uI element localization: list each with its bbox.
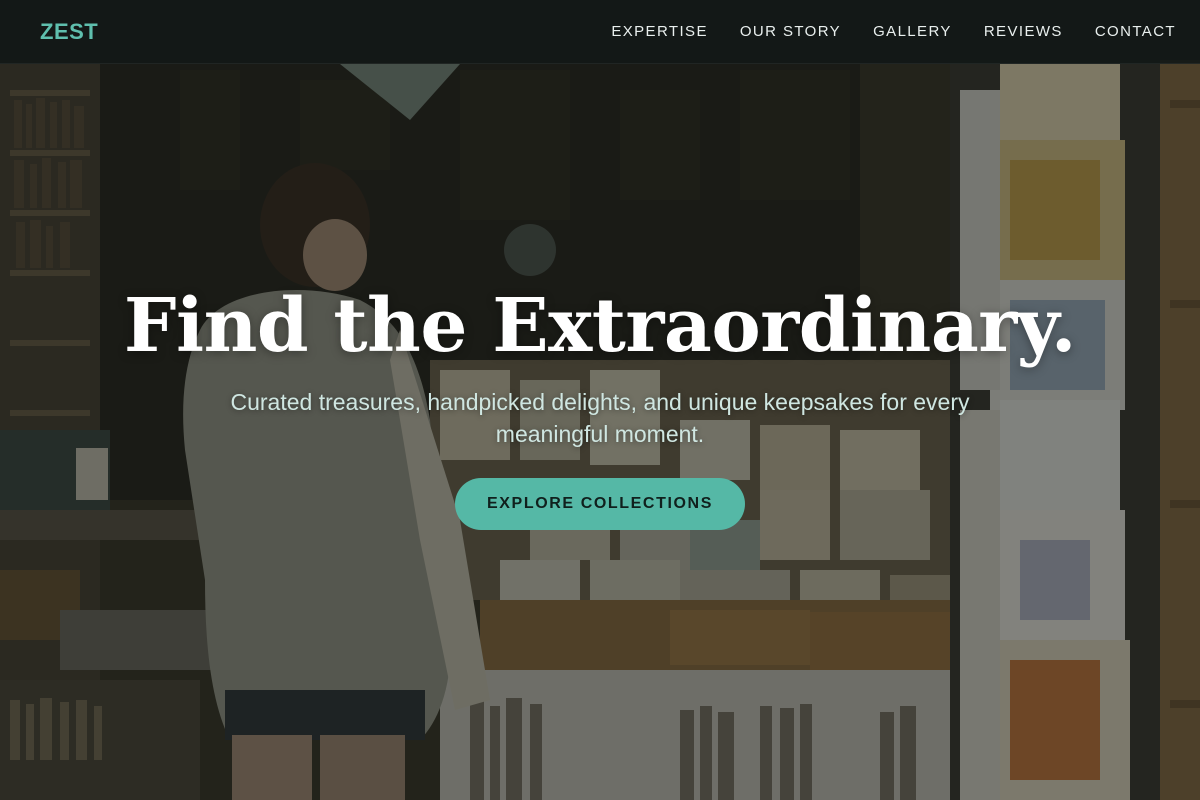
hero-title: Find the Extraordinary. bbox=[123, 283, 1077, 369]
hero-content: Find the Extraordinary. Curated treasure… bbox=[0, 280, 1200, 530]
nav-links: EXPERTISE OUR STORY GALLERY REVIEWS CONT… bbox=[611, 23, 1176, 40]
nav-link-gallery[interactable]: GALLERY bbox=[873, 23, 952, 40]
hero-subtitle: Curated treasures, handpicked delights, … bbox=[230, 389, 970, 447]
nav-link-reviews[interactable]: REVIEWS bbox=[984, 23, 1063, 40]
brand-logo[interactable]: ZEST bbox=[40, 19, 98, 45]
top-navbar: ZEST EXPERTISE OUR STORY GALLERY REVIEWS… bbox=[0, 0, 1200, 64]
nav-link-our-story[interactable]: OUR STORY bbox=[740, 23, 841, 40]
nav-link-expertise[interactable]: EXPERTISE bbox=[611, 23, 708, 40]
explore-collections-button[interactable]: EXPLORE COLLECTIONS bbox=[455, 478, 745, 530]
nav-link-contact[interactable]: CONTACT bbox=[1095, 23, 1176, 40]
hero-section: Find the Extraordinary. Curated treasure… bbox=[0, 0, 1200, 800]
